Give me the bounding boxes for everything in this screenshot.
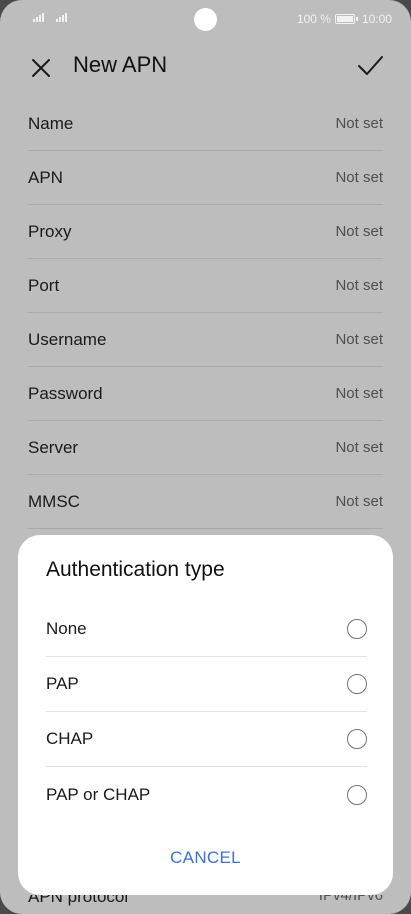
setting-row-port[interactable]: Port Not set — [28, 259, 383, 313]
setting-row-apn[interactable]: APN Not set — [28, 151, 383, 205]
setting-row-name[interactable]: Name Not set — [28, 97, 383, 151]
setting-row-proxy[interactable]: Proxy Not set — [28, 205, 383, 259]
setting-value: Not set — [335, 277, 383, 294]
radio-button[interactable] — [347, 729, 367, 749]
setting-label: Name — [28, 113, 74, 133]
authentication-type-dialog: Authentication type None PAP CHAP PAP or… — [18, 535, 393, 895]
option-label: CHAP — [46, 729, 94, 748]
status-bar: 100 % 10:00 — [0, 0, 411, 40]
option-label: PAP or CHAP — [46, 784, 151, 804]
setting-value: Not set — [335, 493, 383, 510]
auth-options-list: None PAP CHAP PAP or CHAP — [46, 602, 367, 822]
setting-value: IPv4/IPv6 — [318, 895, 383, 904]
radio-button[interactable] — [347, 674, 367, 694]
setting-value: Not set — [335, 169, 383, 186]
setting-row-server[interactable]: Server Not set — [28, 421, 383, 475]
setting-row-apn-protocol: APN protocol IPv4/IPv6 — [28, 895, 383, 914]
option-label: None — [46, 619, 87, 638]
setting-label: Proxy — [28, 221, 72, 241]
front-camera — [194, 8, 217, 31]
setting-label: APN — [28, 167, 63, 187]
battery-percent: 100 % — [296, 12, 331, 26]
close-icon[interactable] — [26, 53, 56, 83]
setting-label: Server — [28, 437, 79, 457]
auth-option-pap[interactable]: PAP — [46, 657, 367, 712]
signal-icon-sim2 — [56, 13, 67, 22]
setting-row-password[interactable]: Password Not set — [28, 367, 383, 421]
radio-button[interactable] — [347, 619, 367, 639]
setting-label: Port — [28, 275, 60, 295]
setting-row-mmsc[interactable]: MMSC Not set — [28, 475, 383, 529]
clock: 10:00 — [361, 12, 392, 26]
option-label: PAP — [46, 674, 79, 693]
app-bar: New APN — [0, 40, 411, 92]
setting-value: Not set — [335, 331, 383, 348]
setting-label: APN protocol — [28, 895, 129, 906]
setting-value: Not set — [335, 115, 383, 132]
setting-label: Password — [28, 383, 103, 403]
cancel-button[interactable]: CANCEL — [18, 848, 393, 868]
signal-icon-sim1 — [33, 13, 44, 22]
phone-screen: 100 % 10:00 New APN Name Not set APN Not… — [0, 0, 411, 914]
battery-icon — [334, 14, 358, 24]
dialog-title: Authentication type — [46, 558, 225, 581]
apn-settings-list: Name Not set APN Not set Proxy Not set P… — [28, 97, 383, 529]
auth-option-chap[interactable]: CHAP — [46, 712, 367, 767]
setting-label: MMSC — [28, 491, 80, 511]
auth-option-none[interactable]: None — [46, 602, 367, 657]
setting-row-username[interactable]: Username Not set — [28, 313, 383, 367]
auth-option-pap-or-chap[interactable]: PAP or CHAP — [46, 767, 367, 822]
setting-value: Not set — [335, 223, 383, 240]
page-title: New APN — [73, 52, 168, 77]
setting-value: Not set — [335, 439, 383, 456]
setting-value: Not set — [335, 385, 383, 402]
check-icon[interactable] — [355, 51, 385, 81]
setting-label: Username — [28, 329, 107, 349]
radio-button[interactable] — [347, 784, 367, 805]
